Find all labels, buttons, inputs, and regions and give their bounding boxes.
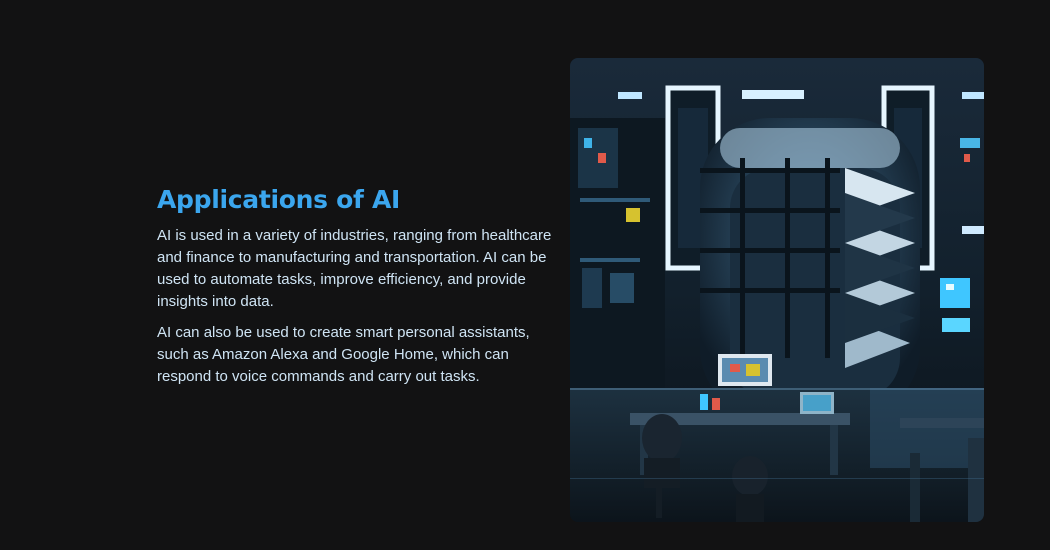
section-title: Applications of AI xyxy=(157,185,401,214)
paragraph-assistants: AI can also be used to create smart pers… xyxy=(157,324,530,385)
paragraph-industries: AI is used in a variety of industries, r… xyxy=(157,227,552,310)
text-block: Applications of AI AI is used in a varie… xyxy=(157,184,552,397)
ai-lab-image xyxy=(570,58,984,522)
ai-lab-illustration xyxy=(570,58,984,522)
content-section: Applications of AI AI is used in a varie… xyxy=(0,0,1050,550)
